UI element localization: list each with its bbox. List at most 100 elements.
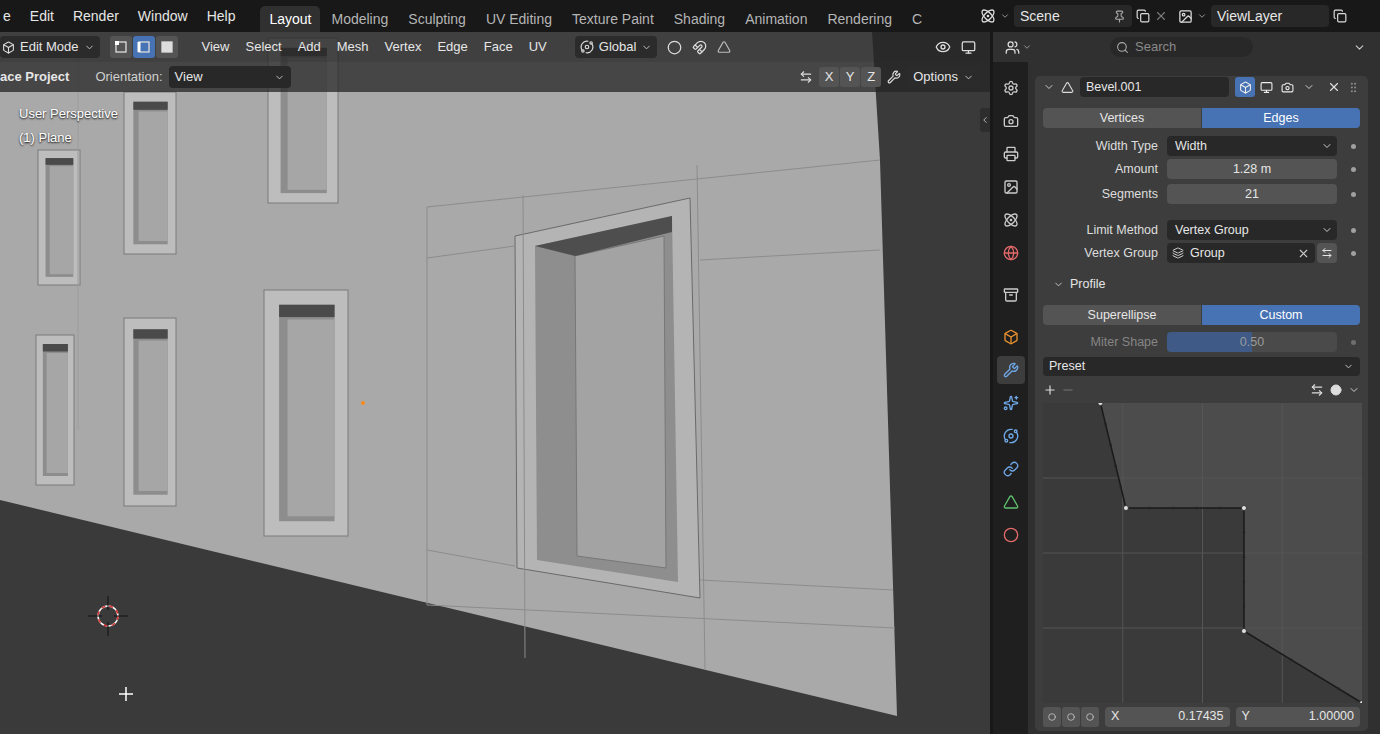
3d-cursor-icon[interactable] [88,596,128,636]
gizmo-icon[interactable] [961,40,976,55]
workspace-tab[interactable]: Layout [260,6,320,32]
pin-icon[interactable] [1113,10,1126,23]
properties-tab[interactable] [997,173,1025,201]
affect-button[interactable]: Vertices [1043,108,1201,128]
menu-item[interactable]: e [0,6,14,27]
handle-type-button[interactable] [1081,707,1099,727]
workspace-tab[interactable]: C [903,6,931,32]
properties-tab[interactable] [997,455,1025,483]
scene-icon[interactable] [980,8,996,24]
invert-button[interactable] [1317,243,1337,263]
coord-field[interactable]: X0.17435 [1105,707,1230,727]
viewport-menu-item[interactable]: Add [290,37,329,57]
chevron-down-icon[interactable] [1353,41,1366,54]
editor-type-button[interactable] [1005,40,1032,55]
dropdown-field[interactable]: Vertex Group [1167,220,1337,240]
new-scene-icon[interactable] [1136,9,1150,23]
workspace-tab[interactable]: Animation [736,6,816,32]
sidebar-toggle[interactable] [980,108,990,132]
search-field[interactable]: Search [1110,37,1253,57]
options-dropdown[interactable]: Options [907,66,980,88]
vertex-group-field[interactable]: Group [1167,243,1337,263]
preset-dropdown[interactable]: Preset [1043,357,1360,376]
orientation-setting-dropdown[interactable]: View [169,66,291,88]
coord-field[interactable]: Y1.00000 [1236,707,1361,727]
viewport-menu-item[interactable]: View [194,37,238,57]
workspace-tab[interactable]: Sculpting [399,6,475,32]
menu-item[interactable]: Help [204,6,239,27]
workspace-tab[interactable]: Texture Paint [563,6,663,32]
number-field[interactable]: 1.28 m [1167,159,1337,179]
select-mode-button[interactable] [156,36,178,58]
viewport-menu-item[interactable]: Face [476,37,521,57]
select-mode-button[interactable] [110,36,132,58]
pivot-icon[interactable] [667,40,682,55]
properties-tab[interactable] [997,74,1025,102]
properties-tab[interactable] [997,140,1025,168]
viewport[interactable]: Edit ModeViewSelectAddMeshVertexEdgeFace… [0,32,990,734]
flip-icon[interactable] [1310,383,1324,397]
properties-tab[interactable] [997,389,1025,417]
keyframe-dot[interactable] [1351,167,1356,172]
properties-tab[interactable] [997,107,1025,135]
profile-type-button[interactable]: Superellipse [1043,305,1201,325]
overlay-icon[interactable] [935,39,951,55]
view-layer-field[interactable]: ViewLayer [1211,5,1329,27]
viewport-menu-item[interactable]: Select [238,37,290,57]
delete-scene-icon[interactable] [1154,9,1168,23]
auto-merge-icon[interactable] [887,70,901,84]
snap-icon[interactable] [692,40,707,55]
properties-tab[interactable] [997,206,1025,234]
keyframe-dot[interactable] [1351,251,1356,256]
keyframe-dot[interactable] [1351,340,1356,345]
menu-item[interactable]: Edit [27,6,57,27]
profile-header[interactable]: Profile [1043,275,1360,293]
clear-icon[interactable] [1297,247,1310,260]
modifier-name-field[interactable]: Bevel.001 [1080,77,1229,97]
modifier-menu-icon[interactable] [1303,81,1315,93]
viewport-menu-item[interactable]: Vertex [377,37,430,57]
remove-modifier-icon[interactable] [1327,80,1341,94]
modifier-toggle[interactable] [1256,77,1276,97]
axis-button[interactable]: Y [840,67,860,87]
scene-field[interactable]: Scene [1014,5,1132,27]
properties-tab[interactable] [997,422,1025,450]
profile-type-button[interactable]: Custom [1202,305,1360,325]
viewport-menu-item[interactable]: Mesh [329,37,377,57]
properties-tab[interactable] [997,488,1025,516]
mode-dropdown[interactable]: Edit Mode [0,36,100,58]
affect-button[interactable]: Edges [1202,108,1360,128]
properties-tab[interactable] [997,281,1025,309]
keyframe-dot[interactable] [1351,192,1356,197]
select-mode-button[interactable] [133,36,155,58]
axis-button[interactable]: X [819,67,839,87]
handle-type-button[interactable] [1062,707,1080,727]
number-field[interactable]: 21 [1167,184,1337,204]
menu-item[interactable]: Window [135,6,191,27]
control-point[interactable] [1123,505,1128,510]
menu-item[interactable]: Render [70,6,122,27]
search-field[interactable]: Group [1167,243,1315,263]
viewport-menu-item[interactable]: UV [521,37,555,57]
new-view-layer-icon[interactable] [1333,9,1347,23]
workspace-tab[interactable]: Modeling [322,6,397,32]
proportional-icon[interactable] [717,40,731,54]
viewport-scene[interactable] [0,32,990,734]
keyframe-dot[interactable] [1351,144,1356,149]
modifier-toggle[interactable] [1277,77,1297,97]
profile-curve[interactable] [1043,403,1362,703]
zoom-in-icon[interactable] [1043,383,1057,397]
modifier-toggle[interactable] [1235,77,1255,97]
control-point[interactable] [1241,628,1246,633]
view-layer-icon[interactable] [1178,9,1193,24]
reset-view-icon[interactable] [1330,384,1342,396]
control-point[interactable] [1241,505,1246,510]
drag-handle-icon[interactable] [1347,81,1360,94]
properties-tab[interactable] [997,356,1025,384]
keyframe-dot[interactable] [1351,228,1356,233]
orientation-dropdown[interactable]: Global [575,36,658,58]
expanded-icon[interactable] [1043,81,1055,93]
dropdown-field[interactable]: Width [1167,136,1337,156]
control-point[interactable] [1360,700,1363,703]
curve-menu-icon[interactable] [1348,384,1360,396]
